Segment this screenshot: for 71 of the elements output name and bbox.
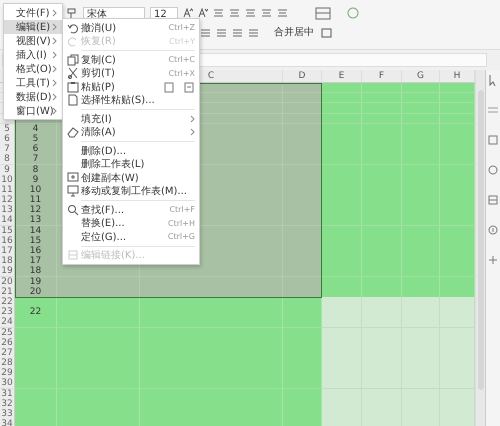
column-header[interactable]: D <box>298 71 306 81</box>
row-header[interactable]: 34 <box>0 419 15 426</box>
column-header[interactable]: E <box>338 71 344 81</box>
table-cell: 13 <box>15 215 57 226</box>
shortcut-label: Ctrl+C <box>168 55 195 64</box>
shortcut-label: Ctrl+G <box>168 232 195 242</box>
menu-item[interactable]: 工具(T) <box>4 76 62 90</box>
column-header[interactable]: F <box>378 71 384 81</box>
row-header[interactable]: 23 <box>0 307 15 318</box>
menu-item[interactable]: 定位(G)... <box>81 230 162 244</box>
shortcut-label: Ctrl+X <box>168 68 195 78</box>
menu-item[interactable]: 替换(E)... <box>81 216 162 230</box>
row-header[interactable]: 16 <box>0 236 15 247</box>
menu-item[interactable]: 数据(D) <box>4 90 62 104</box>
row-header[interactable]: 20 <box>0 276 15 288</box>
row-header[interactable]: 27 <box>0 348 15 359</box>
row-header[interactable]: 32 <box>0 398 15 410</box>
menu-item[interactable]: 删除(D)... <box>81 144 195 158</box>
row-header[interactable]: 6 <box>0 134 15 145</box>
row-header[interactable]: 24 <box>0 317 15 328</box>
menu-item[interactable]: 填充(I) <box>81 112 186 126</box>
menu-item[interactable]: 文件(F) <box>4 6 62 20</box>
table-cell: 22 <box>15 307 57 318</box>
menu-item[interactable]: 删除工作表(L) <box>81 157 195 172</box>
row-header[interactable]: 12 <box>0 195 15 206</box>
row-header[interactable]: 9 <box>0 164 15 176</box>
menu-item[interactable]: 剪切(T) <box>81 66 163 80</box>
menu-item[interactable]: 撤消(U) <box>81 20 163 35</box>
menu-item[interactable]: 插入(I) <box>4 48 62 62</box>
menu-item[interactable]: 查找(F)... <box>81 202 164 217</box>
row-header[interactable]: 26 <box>0 338 15 349</box>
table-cell: 7 <box>15 154 57 166</box>
shortcut-label: Ctrl+F <box>169 205 195 214</box>
shortcut-label: Ctrl+Z <box>168 23 195 32</box>
row-header[interactable]: 29 <box>0 368 15 380</box>
column-header[interactable]: H <box>454 71 460 81</box>
row-header[interactable]: 15 <box>0 226 15 237</box>
row-header[interactable]: 19 <box>0 266 15 278</box>
menu-item[interactable]: 清除(A) <box>81 125 186 140</box>
row-header[interactable]: 28 <box>0 358 15 370</box>
menu-item[interactable]: 粘贴(P) <box>81 80 163 94</box>
row-header[interactable]: 13 <box>0 205 15 216</box>
row-header[interactable]: 8 <box>0 154 15 166</box>
row-header[interactable]: 14 <box>0 215 15 226</box>
menu-item[interactable]: 创建副本(W) <box>81 170 195 185</box>
merge-center-button[interactable]: 合并居中 <box>272 26 316 40</box>
row-header[interactable]: 7 <box>0 144 15 156</box>
menu-item[interactable]: 视图(V) <box>4 34 62 48</box>
row-header[interactable]: 21 <box>0 286 15 298</box>
row-header[interactable]: 18 <box>0 256 15 268</box>
table-cell: 18 <box>15 266 57 278</box>
row-header[interactable]: 5 <box>0 124 15 135</box>
row-header[interactable]: 11 <box>0 184 15 196</box>
row-header[interactable]: 10 <box>0 174 15 186</box>
menu-item[interactable]: 编辑(E) <box>4 20 62 34</box>
row-header[interactable]: 25 <box>0 328 15 338</box>
row-header[interactable]: 31 <box>0 388 15 400</box>
row-header[interactable]: 33 <box>0 409 15 420</box>
menu-item[interactable]: 移动或复制工作表(M)... <box>81 184 195 198</box>
shortcut-label: Ctrl+H <box>168 218 195 228</box>
menu-item[interactable]: 窗口(W) <box>4 104 62 118</box>
menu-item[interactable]: 复制(C) <box>81 52 162 67</box>
font-size-field[interactable]: 12 <box>150 6 178 20</box>
font-name-field[interactable]: 宋体 <box>83 6 145 20</box>
column-header[interactable]: G <box>417 71 424 81</box>
column-header[interactable]: C <box>208 71 214 81</box>
row-header[interactable]: 17 <box>0 246 15 257</box>
row-header[interactable]: 22 <box>0 296 15 308</box>
menu-item[interactable]: 格式(O) <box>4 62 62 76</box>
menu-item[interactable]: 选择性粘贴(S)... <box>81 93 195 108</box>
row-header[interactable]: 30 <box>0 378 15 390</box>
